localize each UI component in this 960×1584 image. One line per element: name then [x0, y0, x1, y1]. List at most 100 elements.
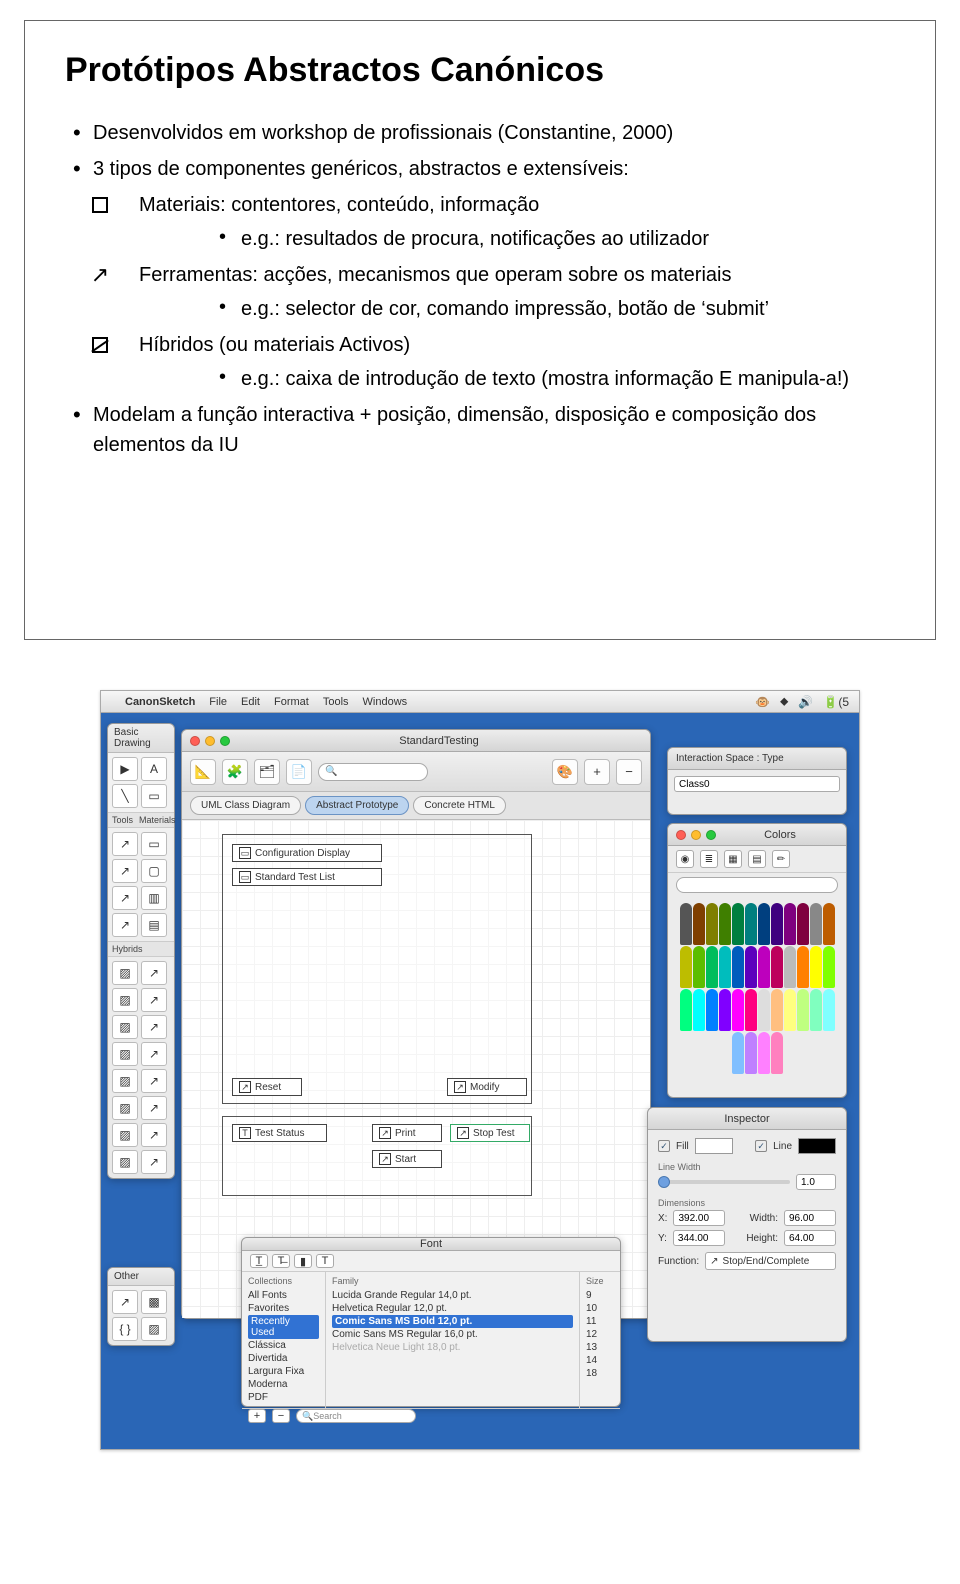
collection-item[interactable]: PDF — [248, 1391, 319, 1404]
family-item[interactable]: Helvetica Regular 12,0 pt. — [332, 1302, 573, 1315]
box-standard-test-list[interactable]: ▭Standard Test List — [232, 868, 382, 886]
zoom-out-button[interactable]: − — [616, 759, 642, 785]
palette-other[interactable]: Other ↗▩ { }▨ — [107, 1267, 175, 1346]
collection-item[interactable]: Divertida — [248, 1352, 319, 1365]
tool-icon[interactable]: ↗ — [112, 859, 138, 883]
family-item[interactable]: Lucida Grande Regular 14,0 pt. — [332, 1289, 573, 1302]
menu-format[interactable]: Format — [274, 696, 309, 708]
tool-icon[interactable]: ↗ — [112, 886, 138, 910]
crayon-swatch[interactable] — [823, 989, 835, 1031]
size-item[interactable]: 18 — [586, 1367, 614, 1380]
fill-checkbox[interactable]: ✓ — [658, 1140, 670, 1152]
crayon-swatch[interactable] — [706, 946, 718, 988]
hybrid-icon[interactable]: ↗ — [141, 1150, 167, 1174]
box-config-display[interactable]: ▭Configuration Display — [232, 844, 382, 862]
color-search-input[interactable] — [676, 877, 838, 893]
text-tool-icon[interactable]: A — [141, 757, 167, 781]
character-viewer-icon[interactable]: ⬥ — [780, 694, 788, 709]
menu-windows[interactable]: Windows — [363, 696, 408, 708]
box-reset[interactable]: ↗Reset — [232, 1078, 302, 1096]
app-name[interactable]: CanonSketch — [125, 696, 195, 708]
crayon-swatch[interactable] — [732, 1032, 744, 1074]
collection-item[interactable]: Favorites — [248, 1302, 319, 1315]
hybrid-icon[interactable]: ↗ — [141, 1096, 167, 1120]
crayon-swatch[interactable] — [719, 946, 731, 988]
crayon-swatch[interactable] — [745, 946, 757, 988]
volume-icon[interactable]: 🔊 — [798, 695, 813, 709]
line-swatch[interactable] — [798, 1138, 836, 1154]
crayon-swatch[interactable] — [680, 989, 692, 1031]
hybrid-icon[interactable]: ▨ — [112, 1096, 138, 1120]
box-stop-test[interactable]: ↗Stop Test — [450, 1124, 530, 1142]
crayon-swatch[interactable] — [693, 946, 705, 988]
crayon-swatch[interactable] — [719, 903, 731, 945]
size-item[interactable]: 9 — [586, 1289, 614, 1302]
menu-file[interactable]: File — [209, 696, 227, 708]
minimize-icon[interactable] — [205, 736, 215, 746]
linewidth-slider[interactable] — [658, 1180, 790, 1184]
crayon-swatch[interactable] — [680, 903, 692, 945]
crayon-swatch[interactable] — [758, 903, 770, 945]
doc-titlebar[interactable]: StandardTesting — [182, 730, 650, 752]
tool-icon[interactable]: ↗ — [112, 832, 138, 856]
hybrid-icon[interactable]: ↗ — [141, 961, 167, 985]
height-input[interactable] — [784, 1230, 836, 1246]
material-icon[interactable]: ▤ — [141, 913, 167, 937]
toolbar-btn-icon[interactable]: 🗂 — [254, 759, 280, 785]
material-icon[interactable]: ▥ — [141, 886, 167, 910]
battery-icon[interactable]: 🔋(5 — [823, 695, 849, 709]
crayon-swatch[interactable] — [771, 903, 783, 945]
palette-basic-drawing[interactable]: Basic Drawing ▶ A ╲ ▭ ToolsMaterials ↗▭ … — [107, 723, 175, 1179]
crayon-swatch[interactable] — [797, 903, 809, 945]
hybrid-icon[interactable]: ▨ — [112, 988, 138, 1012]
size-item[interactable]: 12 — [586, 1328, 614, 1341]
box-test-status[interactable]: TTest Status — [232, 1124, 327, 1142]
crayon-swatch[interactable] — [823, 903, 835, 945]
crayon-swatch[interactable] — [719, 989, 731, 1031]
underline-button[interactable]: T̲ — [250, 1254, 268, 1268]
rect-tool-icon[interactable]: ▭ — [141, 784, 167, 808]
crayon-swatch[interactable] — [797, 989, 809, 1031]
crayon-swatch[interactable] — [810, 989, 822, 1031]
collection-item[interactable]: Clássica — [248, 1339, 319, 1352]
crayon-swatch[interactable] — [797, 946, 809, 988]
crayon-swatch[interactable] — [693, 903, 705, 945]
color-wheel-icon[interactable]: ◉ — [676, 850, 694, 868]
y-input[interactable] — [673, 1230, 725, 1246]
crayon-swatch[interactable] — [732, 903, 744, 945]
collection-item[interactable]: Recently Used — [248, 1315, 319, 1339]
toolbar-btn-icon[interactable]: 📄 — [286, 759, 312, 785]
toolbar-btn-icon[interactable]: 📐 — [190, 759, 216, 785]
crayon-swatch[interactable] — [745, 903, 757, 945]
box-print[interactable]: ↗Print — [372, 1124, 442, 1142]
size-item[interactable]: 11 — [586, 1315, 614, 1328]
tool-icon[interactable]: ↗ — [112, 913, 138, 937]
toolbar-search[interactable]: 🔍 — [318, 763, 428, 781]
line-tool-icon[interactable]: ╲ — [112, 784, 138, 808]
hybrid-icon[interactable]: ↗ — [141, 1015, 167, 1039]
crayon-swatch[interactable] — [732, 946, 744, 988]
crayon-swatch[interactable] — [758, 989, 770, 1031]
crayon-grid[interactable] — [668, 897, 846, 1084]
collection-item[interactable]: Largura Fixa — [248, 1365, 319, 1378]
size-item[interactable]: 14 — [586, 1354, 614, 1367]
box-modify[interactable]: ↗Modify — [447, 1078, 527, 1096]
tab-concrete-html[interactable]: Concrete HTML — [413, 796, 506, 815]
crayon-swatch[interactable] — [758, 1032, 770, 1074]
strike-button[interactable]: T̶ — [272, 1254, 290, 1268]
text-bg-button[interactable]: T — [316, 1254, 334, 1268]
hybrid-icon[interactable]: ▨ — [112, 961, 138, 985]
family-item[interactable]: Helvetica Neue Light 18,0 pt. — [332, 1341, 573, 1354]
tab-uml[interactable]: UML Class Diagram — [190, 796, 301, 815]
pointer-tool-icon[interactable]: ▶ — [112, 757, 138, 781]
hybrid-icon[interactable]: ▨ — [112, 1015, 138, 1039]
close-icon[interactable] — [676, 830, 686, 840]
color-sliders-icon[interactable]: ≣ — [700, 850, 718, 868]
hybrid-icon[interactable]: ▨ — [112, 1123, 138, 1147]
material-icon[interactable]: ▢ — [141, 859, 167, 883]
font-search-input[interactable]: 🔍 Search — [296, 1409, 416, 1423]
other-tool-icon[interactable]: ▩ — [141, 1290, 167, 1314]
menu-edit[interactable]: Edit — [241, 696, 260, 708]
finder-icon[interactable]: 🐵 — [755, 695, 770, 709]
toolbar-btn-icon[interactable]: 🧩 — [222, 759, 248, 785]
